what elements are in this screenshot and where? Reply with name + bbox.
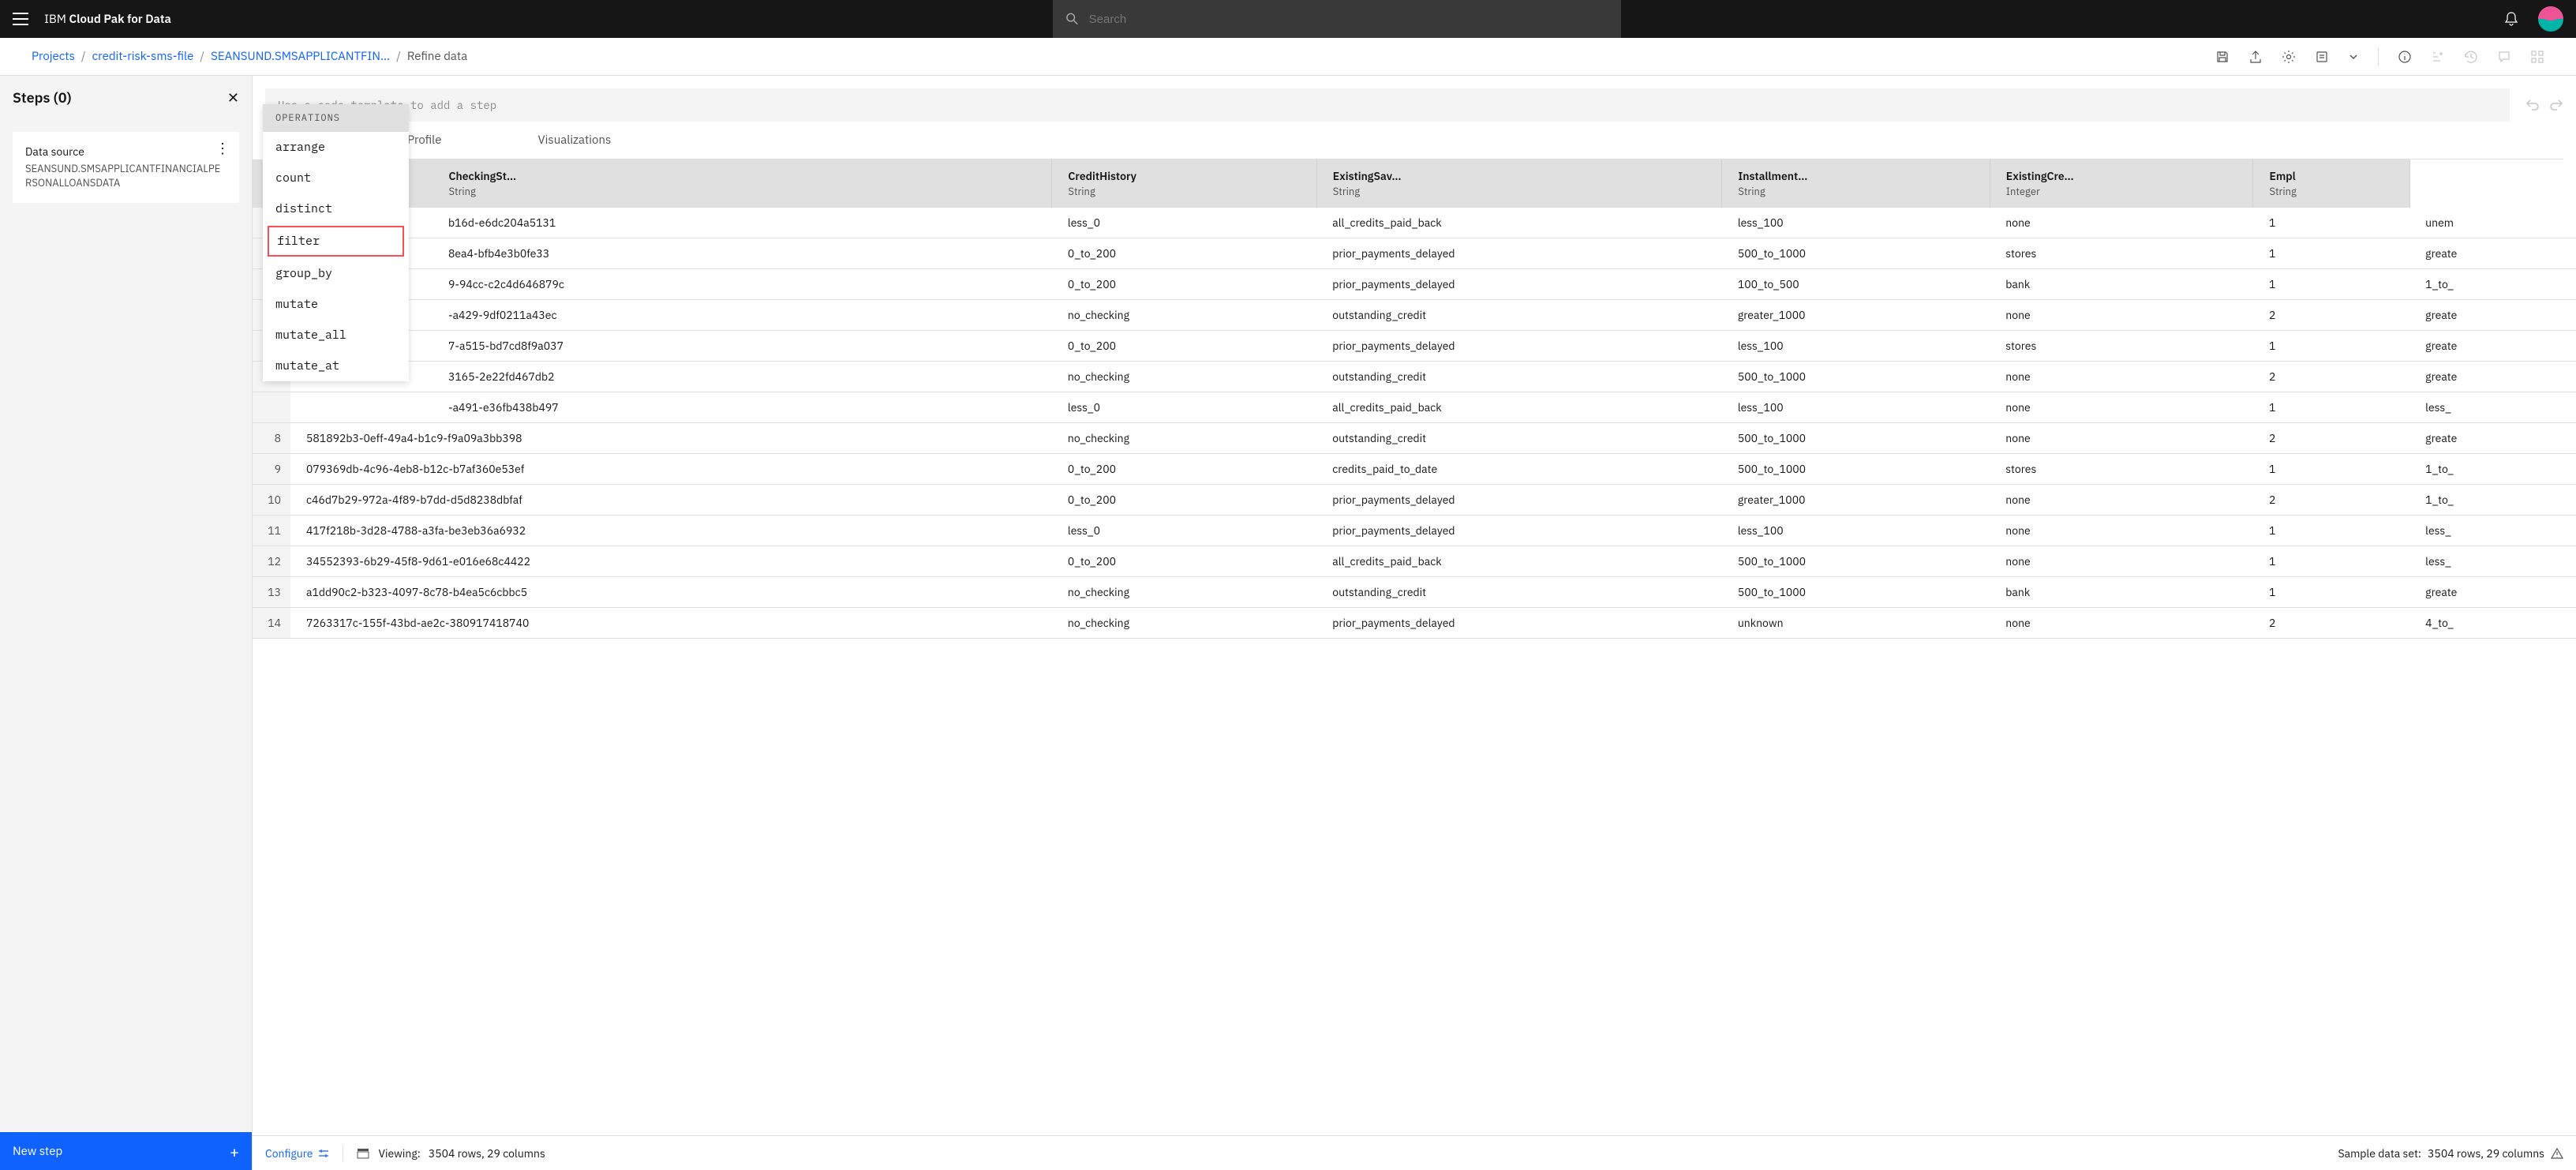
sample-value: 3504 rows, 29 columns	[2428, 1146, 2544, 1161]
operation-mutate_at[interactable]: mutate_at	[263, 351, 409, 381]
table-row[interactable]: 8ea4-bfb4e3b0fe330_to_200prior_payments_…	[253, 238, 2576, 269]
column-header[interactable]: ExistingCre…Integer	[1990, 159, 2253, 208]
warning-icon[interactable]	[2551, 1147, 2563, 1160]
breadcrumb-link-asset[interactable]: SEANSUND.SMSAPPLICANTFIN…	[211, 49, 390, 64]
notifications-icon[interactable]	[2503, 11, 2519, 27]
configure-link[interactable]: Configure	[265, 1146, 330, 1161]
table-row[interactable]: 11417f218b-3d28-4788-a3fa-be3eb36a6932le…	[253, 516, 2576, 546]
table-row[interactable]: -a491-e36fb438b497less_0all_credits_paid…	[253, 392, 2576, 423]
plus-icon: +	[230, 1141, 239, 1162]
chevron-down-icon[interactable]	[2348, 51, 2359, 62]
sample-label: Sample data set:	[2338, 1146, 2421, 1161]
operations-header: OPERATIONS	[263, 104, 409, 132]
operation-distinct[interactable]: distinct	[263, 193, 409, 224]
history-icon[interactable]	[2464, 50, 2478, 64]
new-step-button[interactable]: New step +	[0, 1132, 252, 1170]
operations-dropdown: OPERATIONS arrangecountdistinctfiltergro…	[263, 104, 409, 381]
column-header[interactable]: EmplString	[2253, 159, 2409, 208]
hamburger-menu-icon[interactable]	[13, 11, 28, 27]
table-row[interactable]: 8581892b3-0eff-49a4-b1c9-f9a09a3bb398no_…	[253, 423, 2576, 454]
steps-icon[interactable]	[2431, 50, 2445, 64]
comment-icon[interactable]	[2497, 50, 2511, 64]
table-row[interactable]: 3165-2e22fd467db2no_checkingoutstanding_…	[253, 362, 2576, 392]
operation-mutate_all[interactable]: mutate_all	[263, 320, 409, 351]
operation-count[interactable]: count	[263, 163, 409, 193]
info-icon[interactable]	[2398, 50, 2412, 64]
table-row[interactable]: 1234552393-6b29-45f8-9d61-e016e68c44220_…	[253, 546, 2576, 577]
expand-icon[interactable]	[2530, 50, 2544, 64]
column-header[interactable]: Installment…String	[1722, 159, 1990, 208]
table-row[interactable]: 7-a515-bd7cd8f9a0370_to_200prior_payment…	[253, 331, 2576, 362]
table-row[interactable]: 10c46d7b29-972a-4f89-b7dd-d5d8238dbfaf0_…	[253, 485, 2576, 516]
operation-filter[interactable]: filter	[268, 226, 404, 257]
table-row[interactable]: 147263317c-155f-43bd-ae2c-380917418740no…	[253, 608, 2576, 639]
top-header: IBM Cloud Pak for Data	[0, 0, 2576, 38]
undo-icon[interactable]	[2525, 98, 2540, 112]
operation-arrange[interactable]: arrange	[263, 132, 409, 163]
settings-icon[interactable]	[2282, 50, 2296, 64]
steps-title: Steps (0)	[13, 88, 72, 107]
data-source-menu-icon[interactable]: ⋮	[215, 144, 230, 152]
table-row[interactable]: b16d-e6dc204a5131less_0all_credits_paid_…	[253, 208, 2576, 238]
breadcrumb-current: Refine data	[407, 49, 467, 64]
breadcrumb-link-projects[interactable]: Projects	[32, 49, 75, 64]
export-icon[interactable]	[2248, 50, 2263, 64]
data-source-label: Data source	[25, 144, 227, 159]
search-icon	[1065, 12, 1079, 26]
viewing-value: 3504 rows, 29 columns	[429, 1146, 545, 1161]
tabs: Profile Visualizations	[265, 122, 2563, 159]
table-row[interactable]: 9-94cc-c2c4d646879c0_to_200prior_payment…	[253, 269, 2576, 300]
jobs-icon[interactable]	[2315, 50, 2329, 64]
table-row[interactable]: 9079369db-4c96-4eb8-b12c-b7af360e53ef0_t…	[253, 454, 2576, 485]
column-header[interactable]: ExistingSav…String	[1316, 159, 1722, 208]
breadcrumb-link-project[interactable]: credit-risk-sms-file	[92, 49, 194, 64]
tab-visualizations[interactable]: Visualizations	[459, 122, 629, 159]
configure-icon	[317, 1147, 330, 1160]
table-icon	[356, 1146, 370, 1161]
table-footer: Configure Viewing: 3504 rows, 29 columns…	[253, 1135, 2576, 1170]
table-row[interactable]: -a429-9df0211a43ecno_checkingoutstanding…	[253, 300, 2576, 331]
operation-group_by[interactable]: group_by	[263, 258, 409, 289]
redo-icon[interactable]	[2549, 98, 2563, 112]
breadcrumb: Projects / credit-risk-sms-file / SEANSU…	[32, 49, 467, 64]
steps-panel: Steps (0) ✕ Data source SEANSUND.SMSAPPL…	[0, 76, 253, 1170]
code-template-input[interactable]: Use a code template to add a step	[265, 88, 2510, 122]
table-row[interactable]: 13a1dd90c2-b323-4097-8c78-b4ea5c6cbbc5no…	[253, 577, 2576, 608]
brand-title: IBM Cloud Pak for Data	[44, 12, 171, 27]
save-icon[interactable]	[2215, 50, 2230, 64]
content-area: Use a code template to add a step Profil…	[253, 76, 2576, 1170]
viewing-label: Viewing:	[378, 1146, 420, 1161]
data-source-value: SEANSUND.SMSAPPLICANTFINANCIALPERSONALLO…	[25, 162, 227, 190]
close-steps-icon[interactable]: ✕	[227, 88, 239, 107]
toolbar-actions	[2215, 47, 2544, 66]
user-avatar[interactable]	[2538, 6, 2563, 32]
search-input[interactable]	[1089, 13, 1609, 26]
data-source-card: Data source SEANSUND.SMSAPPLICANTFINANCI…	[13, 132, 239, 203]
operation-mutate[interactable]: mutate	[263, 289, 409, 320]
data-table[interactable]: CheckingSt…StringCreditHistoryStringExis…	[253, 159, 2576, 1135]
column-header[interactable]: CreditHistoryString	[1052, 159, 1316, 208]
search-box[interactable]	[1053, 0, 1621, 38]
breadcrumb-bar: Projects / credit-risk-sms-file / SEANSU…	[0, 38, 2576, 76]
